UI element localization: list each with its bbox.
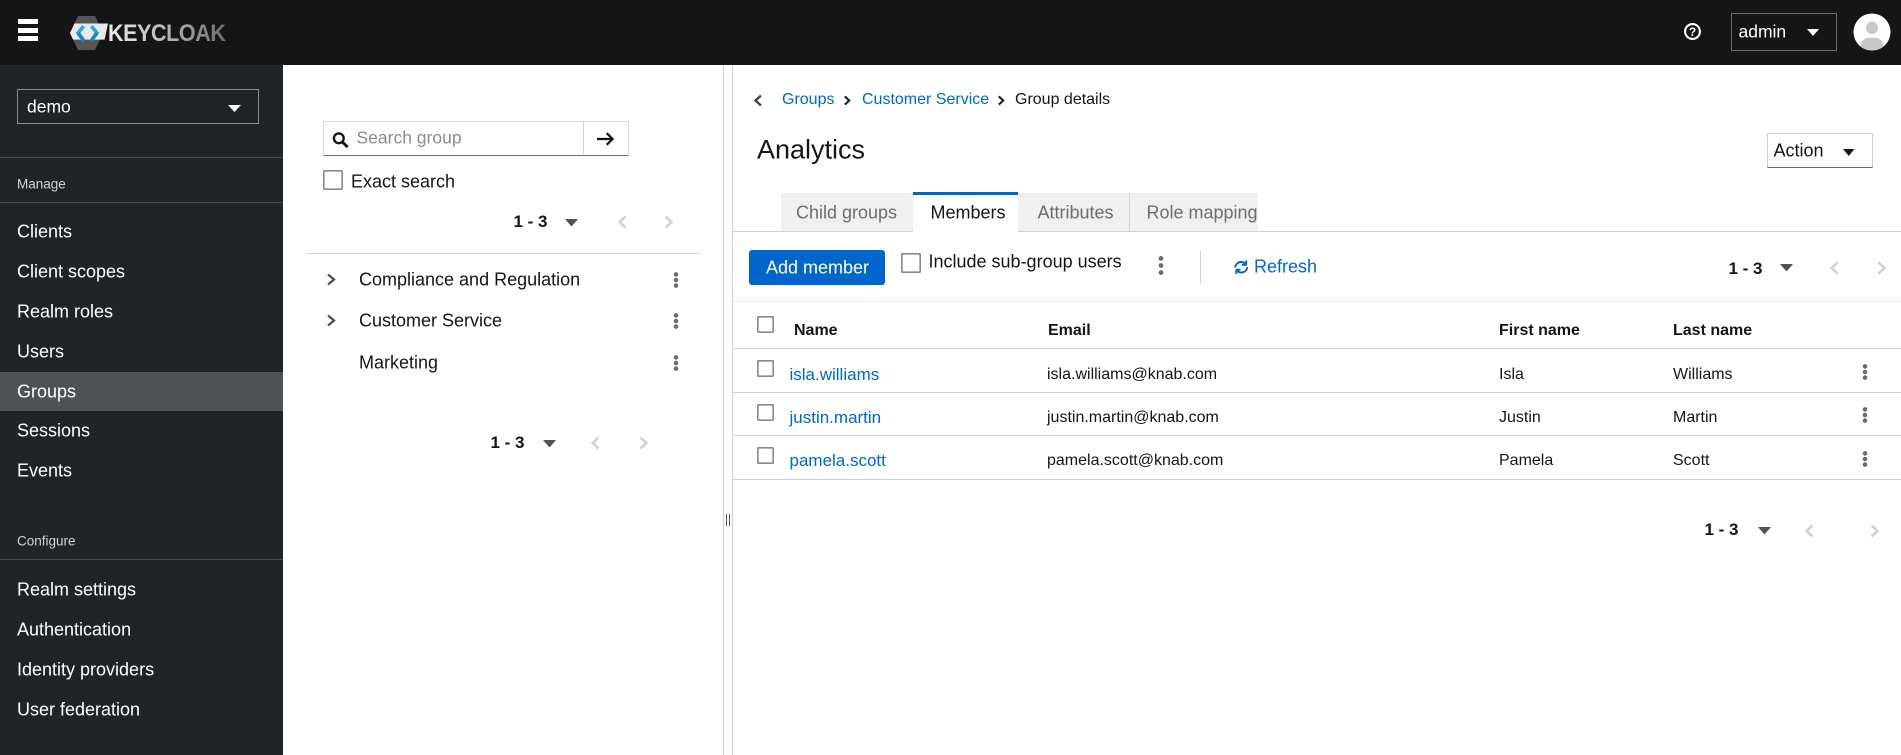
svg-text:KEYCLOAK: KEYCLOAK — [108, 19, 226, 47]
svg-text:?: ? — [1688, 25, 1695, 39]
